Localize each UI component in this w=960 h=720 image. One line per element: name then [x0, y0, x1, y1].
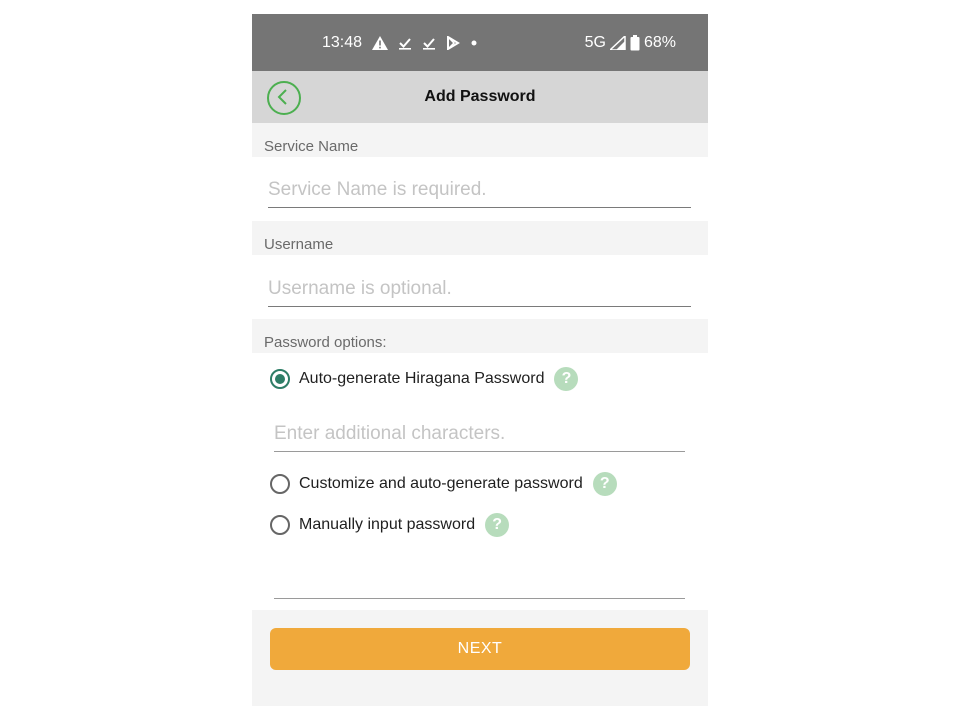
username-input[interactable]	[268, 275, 691, 307]
dot-icon	[470, 39, 478, 47]
bottom-action-area: NEXT	[252, 610, 708, 706]
service-name-input[interactable]	[268, 176, 691, 208]
password-options-header: Password options:	[252, 319, 708, 353]
additional-characters-input[interactable]	[274, 421, 685, 452]
username-label: Username	[264, 236, 334, 253]
username-header: Username	[252, 221, 708, 255]
status-time: 13:48	[322, 34, 363, 51]
status-bar: 13:48 5G 68%	[252, 14, 708, 71]
play-store-icon	[446, 36, 460, 50]
check-icon	[398, 36, 412, 50]
status-right: 5G 68%	[585, 34, 676, 52]
radio-button[interactable]	[270, 515, 290, 535]
service-name-header: Service Name	[252, 123, 708, 157]
alert-icon	[372, 36, 389, 50]
service-name-label: Service Name	[264, 138, 359, 155]
signal-icon	[609, 36, 626, 50]
phone-screen: 13:48 5G 68% Add Password Service Name S…	[252, 14, 708, 706]
password-options-label: Password options:	[264, 334, 387, 351]
help-icon[interactable]: ?	[485, 513, 510, 537]
option-label: Manually input password	[299, 516, 476, 533]
option-manual-input[interactable]: Manually input password ?	[270, 513, 510, 537]
battery-icon	[630, 35, 640, 51]
option-auto-generate-hiragana[interactable]: Auto-generate Hiragana Password ?	[270, 367, 579, 391]
option-label: Customize and auto-generate password	[299, 475, 583, 492]
network-label: 5G	[584, 34, 606, 51]
app-bar: Add Password	[252, 71, 708, 123]
status-left: 13:48	[322, 34, 478, 52]
help-icon[interactable]: ?	[592, 472, 617, 496]
radio-button[interactable]	[270, 474, 290, 494]
check-icon	[422, 36, 436, 50]
manual-password-input[interactable]	[274, 568, 685, 599]
battery-percent: 68%	[643, 34, 676, 51]
option-customize-auto-generate[interactable]: Customize and auto-generate password ?	[270, 472, 617, 496]
page-title: Add Password	[424, 88, 536, 105]
next-button[interactable]: NEXT	[270, 628, 690, 670]
radio-button-selected[interactable]	[270, 369, 290, 389]
help-icon[interactable]: ?	[554, 367, 579, 391]
option-label: Auto-generate Hiragana Password	[299, 370, 545, 387]
